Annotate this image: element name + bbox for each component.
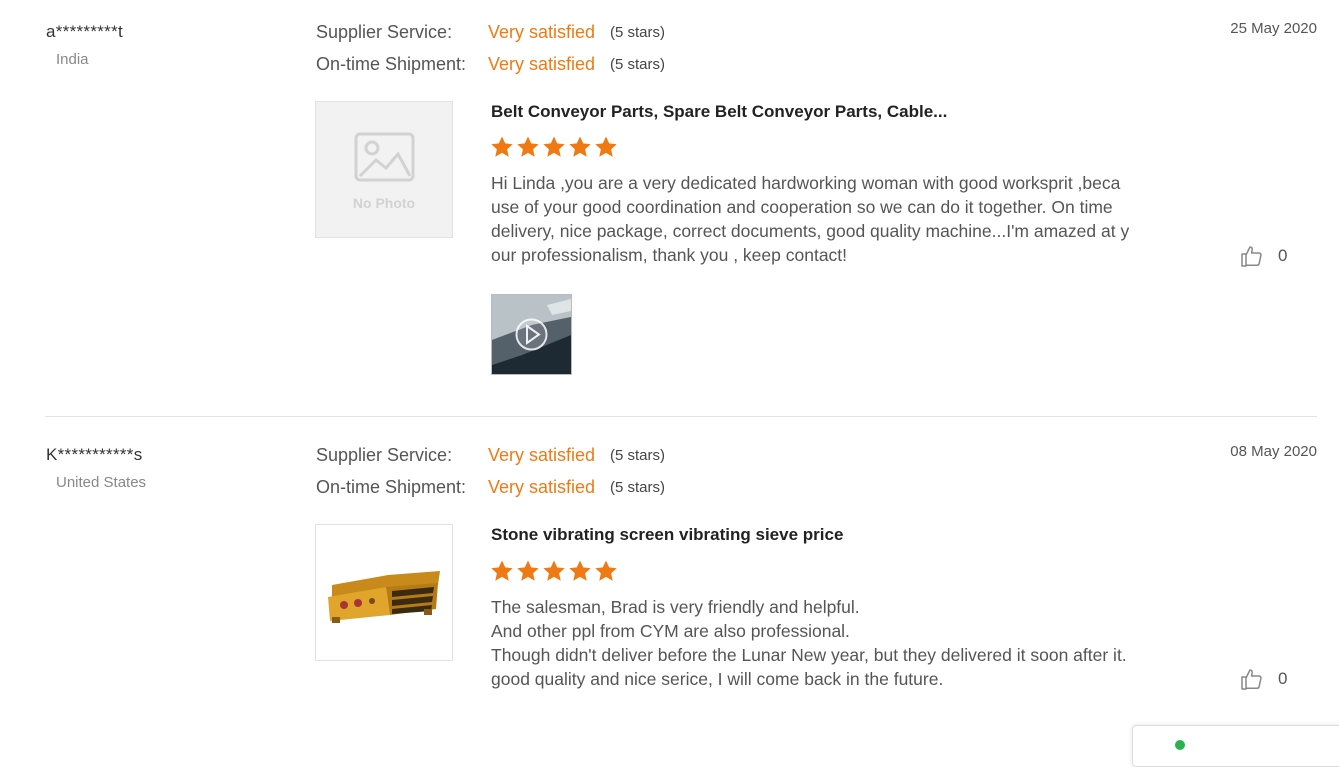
comment-line: delivery, nice package, correct document… xyxy=(491,221,1130,241)
star-rating xyxy=(490,135,618,159)
review-comment: Hi Linda ,you are a very dedicated hardw… xyxy=(491,171,1171,267)
rating-label: On-time Shipment: xyxy=(316,54,467,74)
no-photo-text: No Photo xyxy=(353,195,415,211)
star-icon xyxy=(491,136,513,157)
star-rating xyxy=(490,559,618,583)
rating-stars-text: (5 stars) xyxy=(610,56,666,73)
comment-line: And other ppl from CYM are also professi… xyxy=(491,621,850,641)
rating-stars-text: (5 stars) xyxy=(610,447,666,464)
star-icon xyxy=(517,560,539,581)
rating-value: Very satisfied xyxy=(488,54,596,74)
image-placeholder-icon: No Photo xyxy=(353,132,415,211)
like-button[interactable]: 0 xyxy=(1240,667,1287,691)
vibrating-screen-image xyxy=(328,571,440,623)
star-icon xyxy=(595,136,617,157)
product-title-link[interactable]: Belt Conveyor Parts, Spare Belt Conveyor… xyxy=(491,102,947,122)
comment-line: Hi Linda ,you are a very dedicated hardw… xyxy=(491,173,1121,193)
star-icon xyxy=(543,136,565,157)
review-date: 25 May 2020 xyxy=(1230,20,1317,37)
reviewer-country: United States xyxy=(56,474,147,491)
reviewer-info: a*********t India xyxy=(46,22,123,68)
review-video-thumbnail[interactable] xyxy=(491,294,572,375)
reviewer-name: a*********t xyxy=(46,22,124,41)
rating-label: Supplier Service: xyxy=(316,22,453,42)
product-title-link[interactable]: Stone vibrating screen vibrating sieve p… xyxy=(491,525,843,545)
reviewer-country: India xyxy=(56,51,89,68)
rating-label: On-time Shipment: xyxy=(316,477,467,497)
star-icon xyxy=(595,560,617,581)
review-comment: The salesman, Brad is very friendly and … xyxy=(491,595,1171,691)
rating-value: Very satisfied xyxy=(488,22,596,42)
star-icon xyxy=(569,560,591,581)
star-icon xyxy=(569,136,591,157)
product-thumbnail[interactable] xyxy=(315,524,453,661)
reviewer-info: K***********s United States xyxy=(46,445,146,491)
comment-line: good quality and nice serice, I will com… xyxy=(491,669,944,689)
chat-widget[interactable] xyxy=(1132,725,1339,767)
product-thumbnail[interactable]: No Photo xyxy=(315,101,453,238)
rating-stars-text: (5 stars) xyxy=(610,24,666,41)
star-icon xyxy=(491,560,513,581)
review-date: 08 May 2020 xyxy=(1230,443,1317,460)
rating-label: Supplier Service: xyxy=(316,445,453,465)
rating-stars-text: (5 stars) xyxy=(610,479,666,496)
thumbs-up-icon xyxy=(1241,246,1262,267)
comment-line: Though didn't deliver before the Lunar N… xyxy=(491,645,1127,665)
review-divider xyxy=(45,416,1317,417)
star-icon xyxy=(517,136,539,157)
play-icon xyxy=(515,318,548,351)
comment-line: The salesman, Brad is very friendly and … xyxy=(491,597,860,617)
comment-line: use of your good coordination and cooper… xyxy=(491,197,1113,217)
thumbs-up-icon xyxy=(1241,669,1262,690)
star-icon xyxy=(543,560,565,581)
reviewer-name: K***********s xyxy=(46,445,143,464)
like-count: 0 xyxy=(1278,246,1288,265)
online-status-dot xyxy=(1175,740,1185,750)
comment-line: our professionalism, thank you , keep co… xyxy=(491,245,848,265)
rating-value: Very satisfied xyxy=(488,477,596,497)
like-button[interactable]: 0 xyxy=(1240,244,1287,268)
like-count: 0 xyxy=(1278,669,1288,688)
rating-value: Very satisfied xyxy=(488,445,596,465)
